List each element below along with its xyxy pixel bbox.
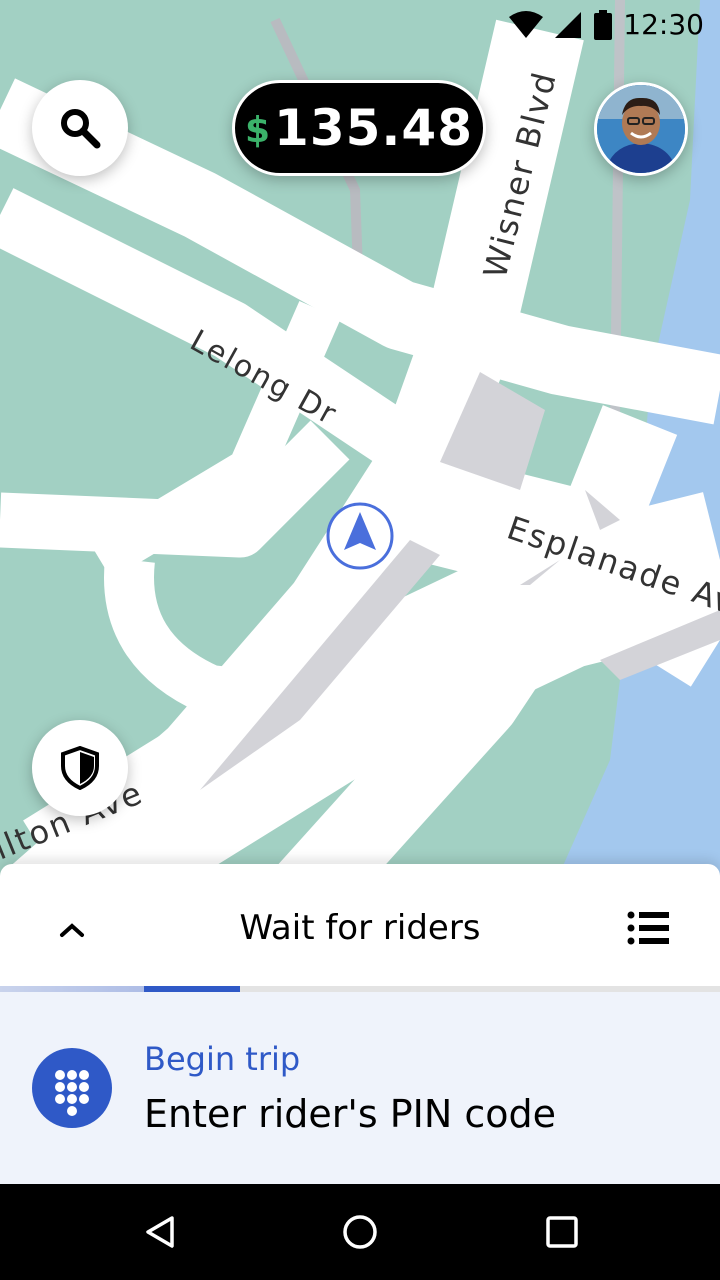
- system-nav-bar: [0, 1184, 720, 1280]
- search-icon: [61, 109, 101, 149]
- search-button[interactable]: [32, 80, 128, 176]
- sheet-header[interactable]: Wait for riders: [0, 864, 720, 986]
- cell-signal-icon: [555, 11, 582, 38]
- trip-list-button[interactable]: [626, 908, 670, 948]
- home-icon: [343, 1215, 377, 1249]
- status-bar: 12:30: [0, 0, 720, 48]
- safety-toolkit-button[interactable]: [32, 720, 128, 816]
- avatar[interactable]: [594, 82, 688, 176]
- wifi-icon: [509, 10, 544, 38]
- earnings-amount: 135.48: [274, 99, 473, 157]
- keypad-icon: [32, 1048, 112, 1128]
- recents-icon: [546, 1216, 578, 1248]
- list-icon: [627, 911, 669, 945]
- earnings-currency: $: [244, 109, 271, 151]
- bottom-sheet: Wait for riders Begin trip Enter rider's…: [0, 864, 720, 1184]
- battery-icon: [594, 9, 613, 40]
- home-button[interactable]: [336, 1208, 384, 1256]
- profile-photo: [597, 85, 685, 173]
- status-time: 12:30: [623, 8, 704, 41]
- recents-button[interactable]: [538, 1208, 586, 1256]
- begin-trip-card[interactable]: Begin trip Enter rider's PIN code: [0, 992, 720, 1184]
- back-icon: [146, 1216, 174, 1248]
- current-location-icon: [326, 502, 394, 570]
- shield-icon: [61, 746, 99, 790]
- begin-trip-label: Begin trip: [144, 1040, 301, 1078]
- back-button[interactable]: [136, 1208, 184, 1256]
- enter-pin-label: Enter rider's PIN code: [144, 1092, 556, 1136]
- sheet-title: Wait for riders: [239, 908, 481, 948]
- earnings-pill[interactable]: $ 135.48: [232, 80, 486, 176]
